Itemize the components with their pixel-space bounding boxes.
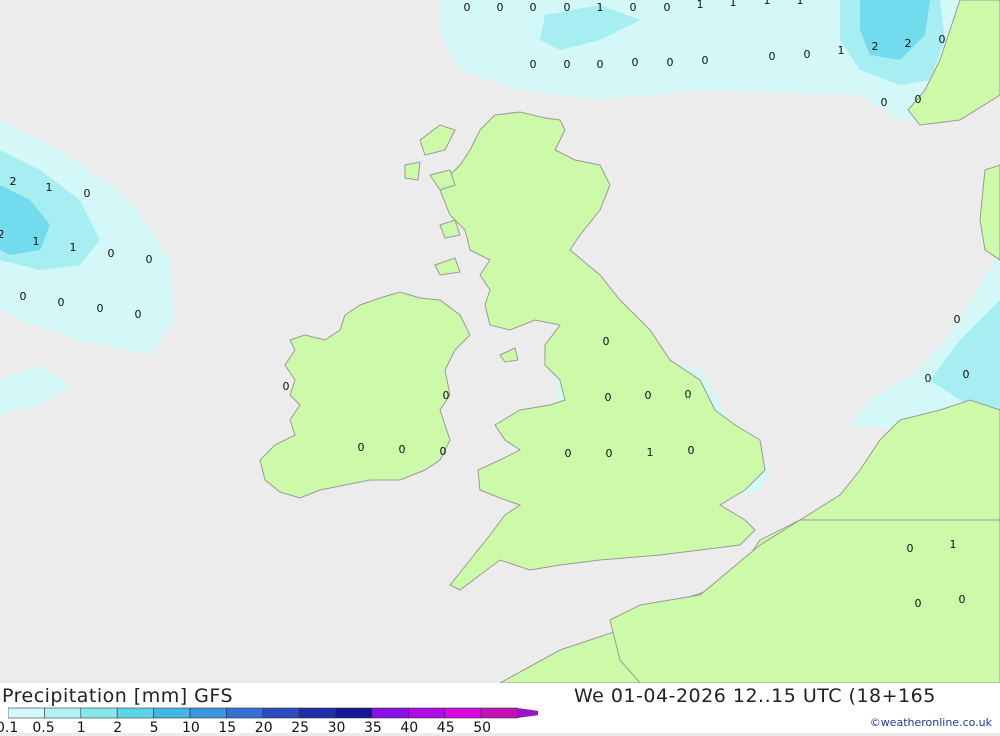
legend-tick-label: 1 bbox=[76, 720, 86, 736]
grid-value: 0 bbox=[440, 445, 447, 458]
grid-value: 0 bbox=[443, 389, 450, 402]
grid-value: 2 bbox=[872, 40, 879, 53]
legend-tick-label: 45 bbox=[436, 720, 455, 736]
legend-tick-label: 50 bbox=[473, 720, 492, 736]
grid-value: 1 bbox=[697, 0, 704, 11]
grid-value: 0 bbox=[954, 313, 961, 326]
grid-value: 0 bbox=[925, 372, 932, 385]
grid-value: 0 bbox=[645, 389, 652, 402]
grid-value: 2 bbox=[0, 228, 5, 241]
grid-value: 0 bbox=[915, 597, 922, 610]
grid-value: 1 bbox=[950, 538, 957, 551]
grid-value: 0 bbox=[58, 296, 65, 309]
legend-swatch bbox=[44, 707, 82, 719]
grid-value: 0 bbox=[804, 48, 811, 61]
grid-value: 1 bbox=[597, 1, 604, 14]
grid-value: 0 bbox=[630, 1, 637, 14]
grid-value: 0 bbox=[84, 187, 91, 200]
grid-value: 0 bbox=[97, 302, 104, 315]
legend-swatch bbox=[226, 707, 264, 719]
legend-swatch bbox=[8, 707, 45, 719]
legend-tick-label: 0.1 bbox=[0, 720, 19, 736]
grid-value: 0 bbox=[685, 388, 692, 401]
legend-tick-label: 20 bbox=[254, 720, 273, 736]
grid-value: 0 bbox=[530, 58, 537, 71]
legend-swatch bbox=[335, 707, 373, 719]
grid-value: 0 bbox=[283, 380, 290, 393]
legend-arrow bbox=[517, 708, 538, 718]
legend-swatch bbox=[480, 707, 518, 719]
color-legend bbox=[8, 707, 538, 719]
grid-value: 1 bbox=[33, 235, 40, 248]
grid-value: 2 bbox=[10, 175, 17, 188]
grid-value: 0 bbox=[464, 1, 471, 14]
legend-tick-label: 5 bbox=[149, 720, 159, 736]
legend-swatch bbox=[153, 707, 191, 719]
grid-value: 1 bbox=[764, 0, 771, 7]
grid-value: 0 bbox=[606, 447, 613, 460]
grid-value: 0 bbox=[939, 33, 946, 46]
legend-tick-label: 35 bbox=[364, 720, 382, 736]
grid-value: 0 bbox=[702, 54, 709, 67]
grid-value: 1 bbox=[838, 44, 845, 57]
grid-value: 1 bbox=[730, 0, 737, 9]
forecast-datetime: We 01-04-2026 12..15 UTC (18+165 bbox=[574, 685, 936, 707]
legend-tick-label: 25 bbox=[291, 720, 310, 736]
grid-value: 0 bbox=[907, 542, 914, 555]
grid-value: 0 bbox=[597, 58, 604, 71]
legend-swatch bbox=[116, 707, 154, 719]
legend-swatch bbox=[189, 707, 227, 719]
legend-tick-label: 30 bbox=[327, 720, 346, 736]
grid-value: 0 bbox=[881, 96, 888, 109]
legend-swatch bbox=[298, 707, 336, 719]
legend-tick-label: 0.5 bbox=[32, 720, 55, 736]
grid-value: 0 bbox=[769, 50, 776, 63]
grid-value: 0 bbox=[603, 335, 610, 348]
grid-value: 0 bbox=[667, 56, 674, 69]
legend-swatch bbox=[444, 707, 482, 719]
grid-value: 0 bbox=[959, 593, 966, 606]
grid-value: 0 bbox=[20, 290, 27, 303]
grid-value: 0 bbox=[664, 1, 671, 14]
grid-value: 0 bbox=[963, 368, 970, 381]
legend-swatch bbox=[408, 707, 446, 719]
grid-value: 0 bbox=[399, 443, 406, 456]
grid-value: 0 bbox=[146, 253, 153, 266]
grid-value: 0 bbox=[530, 1, 537, 14]
grid-value: 0 bbox=[688, 444, 695, 457]
legend-swatch bbox=[262, 707, 300, 719]
legend-tick-label: 15 bbox=[218, 720, 237, 736]
grid-value: 0 bbox=[564, 58, 571, 71]
grid-value: 0 bbox=[564, 1, 571, 14]
grid-value: 0 bbox=[605, 391, 612, 404]
grid-value: 2 bbox=[905, 37, 912, 50]
legend-tick-label: 40 bbox=[400, 720, 419, 736]
grid-value: 0 bbox=[108, 247, 115, 260]
grid-value: 1 bbox=[797, 0, 804, 7]
grid-value: 0 bbox=[135, 308, 142, 321]
grid-value: 0 bbox=[632, 56, 639, 69]
map-title: Precipitation [mm] GFS bbox=[2, 685, 234, 707]
legend-tick-label: 10 bbox=[182, 720, 200, 736]
credit-link[interactable]: ©weatheronline.co.uk bbox=[870, 716, 992, 729]
grid-value: 0 bbox=[497, 1, 504, 14]
grid-value: 0 bbox=[915, 93, 922, 106]
grid-value: 0 bbox=[358, 441, 365, 454]
grid-value: 1 bbox=[70, 241, 77, 254]
legend-swatch bbox=[80, 707, 118, 719]
grid-value: 1 bbox=[46, 181, 53, 194]
legend-tick-label: 2 bbox=[113, 720, 123, 736]
grid-value: 1 bbox=[647, 446, 654, 459]
grid-value: 0 bbox=[565, 447, 572, 460]
precipitation-map: 0 0 0 0 1 0 0 1 1 1 1 0 0 0 0 0 0 0 0 1 … bbox=[0, 0, 1000, 683]
legend-swatch bbox=[371, 707, 409, 719]
